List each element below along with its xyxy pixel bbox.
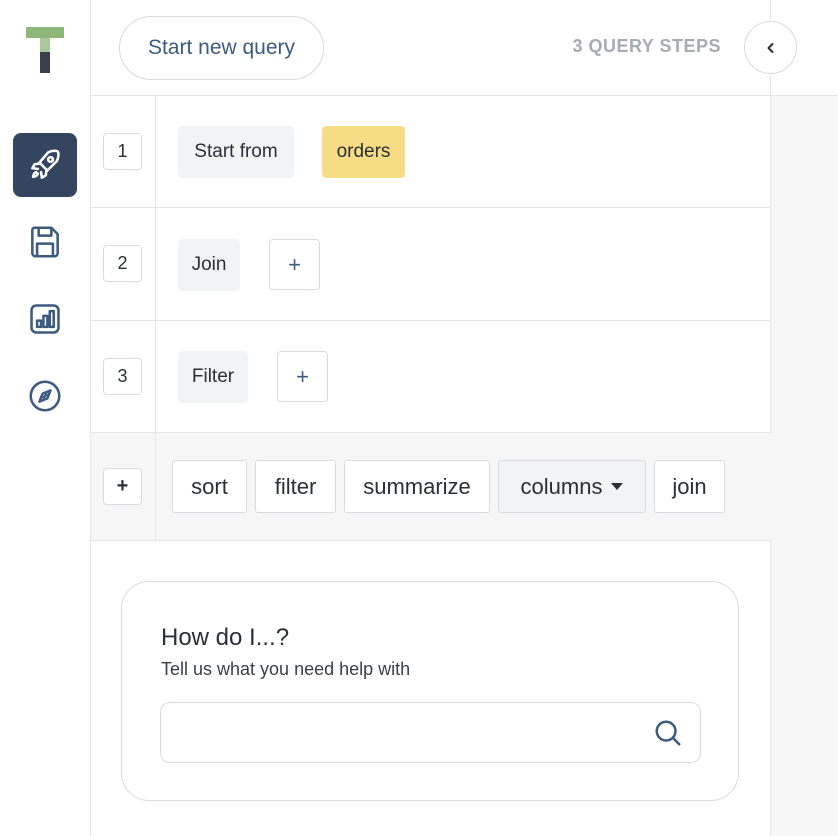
sidebar-item-query[interactable] — [13, 133, 77, 197]
start-new-query-button[interactable]: Start new query — [119, 16, 324, 80]
chevron-left-icon — [767, 42, 773, 53]
step-label[interactable]: Join — [178, 239, 240, 291]
columns-dropdown-label: columns — [520, 473, 603, 499]
add-step-button[interactable]: + — [103, 468, 142, 505]
query-step-row: 1 Start from orders — [91, 96, 771, 208]
step-number: 2 — [103, 245, 142, 282]
step-label[interactable]: Start from — [178, 126, 294, 178]
collapse-panel-button[interactable] — [744, 21, 797, 74]
compass-icon — [29, 380, 61, 412]
source-table-chip[interactable]: orders — [322, 126, 405, 178]
sidebar-item-explore[interactable] — [13, 364, 77, 428]
query-builder: Start new query 3 QUERY STEPS 1 Start fr… — [91, 0, 771, 836]
app: Start new query 3 QUERY STEPS 1 Start fr… — [0, 0, 838, 836]
save-icon — [31, 226, 59, 258]
step-label[interactable]: Filter — [178, 351, 248, 403]
help-search-box — [160, 702, 701, 763]
add-filter-button[interactable]: + — [277, 351, 328, 402]
help-card: How do I...? Tell us what you need help … — [121, 581, 739, 801]
right-panel — [771, 0, 838, 836]
sidebar-item-reports[interactable] — [13, 287, 77, 351]
chart-icon — [30, 304, 60, 334]
step-number: 1 — [103, 133, 142, 170]
header: Start new query 3 QUERY STEPS — [91, 0, 771, 96]
rocket-icon — [31, 149, 60, 179]
query-steps-count: 3 QUERY STEPS — [572, 36, 721, 56]
columns-dropdown[interactable]: columns — [498, 460, 646, 513]
summarize-action-button[interactable]: summarize — [344, 460, 490, 513]
sort-action-button[interactable]: sort — [172, 460, 247, 513]
sidebar-item-saved[interactable] — [13, 210, 77, 274]
sidebar — [0, 0, 91, 836]
add-join-button[interactable]: + — [269, 239, 320, 290]
help-title: How do I...? — [161, 624, 290, 651]
query-step-row: 3 Filter + — [91, 321, 771, 433]
logo — [26, 27, 64, 73]
help-subtitle: Tell us what you need help with — [161, 659, 411, 679]
help-search-input[interactable] — [161, 703, 641, 762]
caret-down-icon — [611, 483, 624, 490]
add-step-row: + sort filter summarize columns join — [91, 433, 771, 541]
step-number: 3 — [103, 358, 142, 395]
filter-action-button[interactable]: filter — [255, 460, 336, 513]
search-icon[interactable] — [653, 718, 683, 748]
query-step-row: 2 Join + — [91, 208, 771, 321]
join-action-button[interactable]: join — [654, 460, 725, 513]
